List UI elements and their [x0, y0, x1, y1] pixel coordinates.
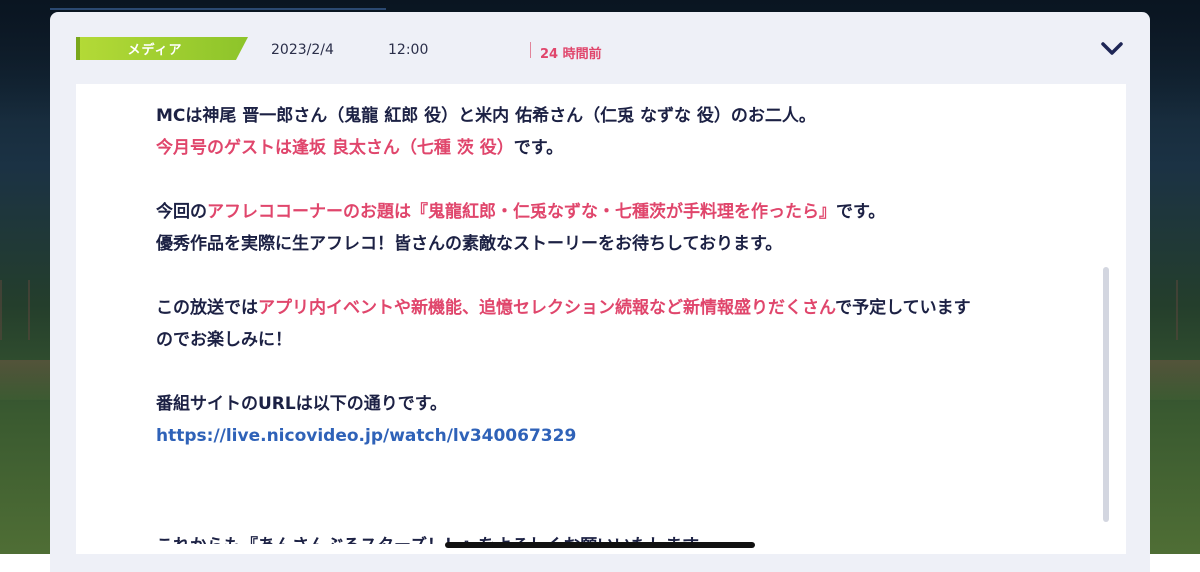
body-line-link: https://live.nicovideo.jp/watch/lv340067… [156, 420, 1036, 452]
article-date: 2023/2/4 [271, 42, 334, 58]
elapsed-time: 24 時間前 [540, 47, 602, 62]
body-line-guest: 今月号のゲストは逢坂 良太さん（七種 茨 役）です。 [156, 132, 1036, 164]
chevron-down-icon [1101, 42, 1123, 55]
body-line-invite: 優秀作品を実際に生アフレコ！皆さんの素敵なストーリーをお待ちしております。 [156, 234, 783, 254]
collapse-button[interactable] [1095, 34, 1129, 64]
home-indicator[interactable] [445, 542, 755, 548]
body-line-broadcast: この放送ではアプリ内イベントや新機能、追憶セレクション続報など新情報盛りだくさん… [156, 292, 1036, 324]
corner-suffix: です。 [836, 202, 886, 222]
article-header[interactable]: メディア 2023/2/4 12:00 24 時間前 [50, 12, 1150, 84]
article-time: 12:00 [388, 42, 429, 58]
corner-prefix: 今回の [156, 202, 207, 222]
broadcast-highlight: アプリ内イベントや新機能、追憶セレクション続報など新情報盛りだくさん [258, 298, 836, 318]
body-line-corner: 今回のアフレココーナーのお題は『鬼龍紅郎・仁兎なずな・七種茨が手料理を作ったら』… [156, 196, 1036, 228]
article-text: MCは神尾 晋一郎さん（鬼龍 紅郎 役）と米内 佑希さん（仁兎 なずな 役）のお… [156, 100, 1036, 452]
news-article-panel: メディア 2023/2/4 12:00 24 時間前 MCは神尾 晋一郎さん（鬼… [50, 12, 1150, 572]
broadcast-prefix: この放送では [156, 298, 258, 318]
category-tag: メディア [76, 37, 248, 60]
body-line-url-intro: 番組サイトのURLは以下の通りです。 [156, 394, 448, 414]
body-line-enjoy: のでお楽しみに！ [156, 330, 292, 350]
scrollbar-thumb[interactable] [1103, 267, 1109, 522]
guest-highlight: 今月号のゲストは逢坂 良太さん（七種 茨 役） [156, 138, 514, 158]
program-site-link[interactable]: https://live.nicovideo.jp/watch/lv340067… [156, 426, 576, 446]
corner-highlight: アフレココーナーのお題は『鬼龍紅郎・仁兎なずな・七種茨が手料理を作ったら』 [207, 202, 836, 222]
guest-suffix: です。 [513, 138, 564, 158]
category-label: メディア [127, 43, 183, 58]
article-body[interactable]: MCは神尾 晋一郎さん（鬼龍 紅郎 役）と米内 佑希さん（仁兎 なずな 役）のお… [76, 84, 1126, 554]
top-accent-line [50, 8, 386, 10]
broadcast-suffix: で予定しています [835, 298, 971, 318]
body-line-mc: MCは神尾 晋一郎さん（鬼龍 紅郎 役）と米内 佑希さん（仁兎 なずな 役）のお… [156, 106, 816, 126]
header-divider [530, 42, 531, 58]
category-tag-stripe [76, 37, 80, 60]
